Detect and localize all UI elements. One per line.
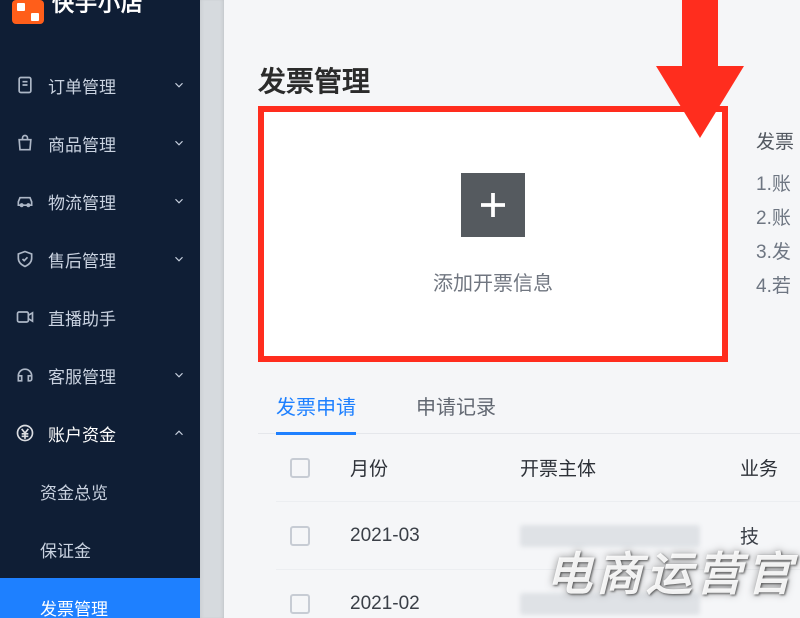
chevron-down-icon [172,194,186,208]
main-content: 发票管理 添加开票信息 发票 1.账 2.账 3.发 4.若 [200,0,800,618]
sidebar-item-logistics[interactable]: 物流管理 [0,172,200,230]
rules-line-1: 1.账 [756,168,794,202]
sidebar-subnav: 资金总览 保证金 发票管理 [0,462,200,618]
chevron-down-icon [172,252,186,266]
header-biz: 业务 [740,454,800,481]
rules-title: 发票 [756,126,794,160]
table-header-row: 月份 开票主体 业务 [276,434,800,502]
logo-area: 快手小店 [0,0,200,32]
sidebar-item-label: 客服管理 [48,363,172,388]
sidebar-item-orders[interactable]: 订单管理 [0,56,200,114]
chevron-down-icon [172,136,186,150]
rules-line-4: 4.若 [756,270,794,304]
sidebar-subitem-label: 发票管理 [40,595,108,618]
sidebar-subitem-overview[interactable]: 资金总览 [0,462,200,520]
sidebar-nav: 订单管理 商品管理 物流管理 [0,32,200,618]
row-checkbox[interactable] [290,526,310,546]
table-row: 2021-03 技 [276,502,800,570]
headset-icon [14,365,36,385]
sidebar-item-label: 直播助手 [48,305,186,330]
chevron-up-icon [172,426,186,440]
table-row: 2021-02 [276,570,800,618]
sidebar-subitem-label: 资金总览 [40,479,108,504]
tabs: 发票申请 申请记录 [258,372,800,434]
chevron-down-icon [172,368,186,382]
video-icon [14,307,36,327]
sidebar-item-service[interactable]: 客服管理 [0,346,200,404]
header-month: 月份 [350,454,480,481]
sidebar-item-products[interactable]: 商品管理 [0,114,200,172]
rules-line-2: 2.账 [756,202,794,236]
bag-icon [14,133,36,153]
sidebar: 快手小店 订单管理 商品管理 [0,0,200,618]
tab-records[interactable]: 申请记录 [416,391,496,434]
tab-label: 发票申请 [276,397,356,419]
scrollbar-track[interactable] [200,0,224,618]
sidebar-item-label: 商品管理 [48,131,172,156]
sidebar-item-aftersale[interactable]: 售后管理 [0,230,200,288]
clipboard-icon [14,75,36,95]
yen-icon [14,423,36,443]
page-title: 发票管理 [258,60,800,100]
add-invoice-label: 添加开票信息 [433,267,553,296]
plus-icon [475,187,511,223]
car-icon [14,191,36,211]
shield-icon [14,249,36,269]
invoice-rules: 发票 1.账 2.账 3.发 4.若 [756,106,794,362]
header-subject: 开票主体 [520,454,700,481]
sidebar-subitem-invoice[interactable]: 发票管理 [0,578,200,618]
cell-subject [520,593,700,615]
add-invoice-card[interactable]: 添加开票信息 [258,106,728,362]
sidebar-subitem-label: 保证金 [40,537,91,562]
row-checkbox[interactable] [290,594,310,614]
add-invoice-button[interactable] [461,173,525,237]
cell-month: 2021-02 [350,593,480,615]
sidebar-item-label: 售后管理 [48,247,172,272]
sidebar-item-live[interactable]: 直播助手 [0,288,200,346]
brand-logo-icon [12,0,44,24]
sidebar-item-label: 账户资金 [48,421,172,446]
tab-label: 申请记录 [416,397,496,419]
sidebar-item-funds[interactable]: 账户资金 [0,404,200,462]
cell-month: 2021-03 [350,525,480,547]
rules-line-3: 3.发 [756,236,794,270]
cell-subject [520,525,700,547]
select-all-checkbox[interactable] [290,458,310,478]
cell-biz: 技 [740,522,800,549]
sidebar-subitem-deposit[interactable]: 保证金 [0,520,200,578]
sidebar-item-label: 物流管理 [48,189,172,214]
brand-name: 快手小店 [52,0,144,14]
sidebar-item-label: 订单管理 [48,73,172,98]
invoice-table: 月份 开票主体 业务 2021-03 技 2021-02 [276,434,800,618]
redacted-text [520,525,700,547]
chevron-down-icon [172,78,186,92]
tab-apply[interactable]: 发票申请 [276,391,356,434]
redacted-text [520,593,700,615]
